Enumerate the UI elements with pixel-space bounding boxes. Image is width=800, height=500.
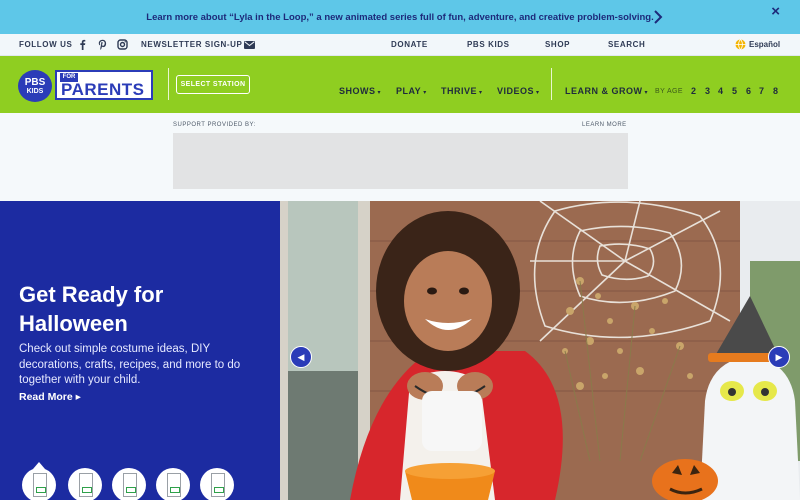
select-station-button[interactable]: SELECT STATION bbox=[176, 75, 250, 94]
carousel-thumbnail[interactable] bbox=[22, 462, 56, 500]
thumbnail-image-icon bbox=[79, 473, 93, 497]
kids-logo-text: KIDS bbox=[26, 87, 44, 95]
follow-us-label: FOLLOW US bbox=[19, 40, 73, 49]
age-link-8[interactable]: 8 bbox=[773, 86, 778, 96]
parents-logo-text: PARENTS bbox=[61, 80, 145, 99]
nav-play[interactable]: PLAY ▾ bbox=[396, 86, 427, 96]
age-link-2[interactable]: 2 bbox=[691, 86, 696, 96]
nav-learn-grow-label: LEARN & GROW bbox=[565, 86, 643, 96]
hero-photo-illustration bbox=[280, 201, 800, 500]
hero-image bbox=[280, 201, 800, 500]
utility-bar: FOLLOW US NEWSLETTER SIGN-UP DONATE PBS … bbox=[0, 34, 800, 56]
thumbnail-image-icon bbox=[123, 473, 137, 497]
learn-more-link[interactable]: LEARN MORE bbox=[582, 122, 627, 128]
carousel-thumbnail[interactable] bbox=[200, 468, 234, 500]
caret-down-icon: ▾ bbox=[644, 90, 649, 96]
nav-play-label: PLAY bbox=[396, 86, 422, 96]
pbs-logo-text: PBS bbox=[24, 76, 46, 88]
nav-shows-label: SHOWS bbox=[339, 86, 376, 96]
page: Learn more about “Lyla in the Loop,” a n… bbox=[0, 0, 800, 500]
thumbnail-image-icon bbox=[211, 473, 225, 497]
globe-icon[interactable] bbox=[735, 39, 746, 50]
mail-icon[interactable] bbox=[244, 41, 255, 49]
read-more-link[interactable]: Read More ▸ bbox=[19, 391, 81, 403]
support-provided-label: SUPPORT PROVIDED BY: bbox=[173, 122, 256, 128]
carousel-thumbnail[interactable] bbox=[68, 468, 102, 500]
pbs-kids-logo[interactable]: PBS KIDS bbox=[18, 70, 52, 102]
caret-down-icon: ▾ bbox=[479, 90, 483, 96]
thumbnail-image-icon bbox=[167, 473, 181, 497]
nav-videos-label: VIDEOS bbox=[497, 86, 535, 96]
caret-down-icon: ▾ bbox=[423, 90, 427, 96]
carousel-prev-button[interactable]: ◀ bbox=[290, 346, 312, 368]
shop-link[interactable]: SHOP bbox=[545, 40, 570, 49]
announcement-bar[interactable]: Learn more about “Lyla in the Loop,” a n… bbox=[0, 0, 800, 34]
caret-down-icon: ▾ bbox=[536, 90, 540, 96]
sponsor-ad-placeholder[interactable] bbox=[173, 133, 628, 189]
language-link[interactable]: Español bbox=[749, 40, 780, 49]
main-nav: PBS KIDS FOR PARENTS SELECT STATION SHOW… bbox=[0, 56, 800, 113]
nav-thrive[interactable]: THRIVE ▾ bbox=[441, 86, 483, 96]
facebook-icon[interactable] bbox=[77, 39, 88, 50]
age-link-6[interactable]: 6 bbox=[746, 86, 751, 96]
pinterest-icon[interactable] bbox=[97, 39, 108, 50]
instagram-icon[interactable] bbox=[117, 39, 128, 50]
carousel-thumbnail[interactable] bbox=[112, 468, 146, 500]
age-link-7[interactable]: 7 bbox=[759, 86, 764, 96]
hero-description: Check out simple costume ideas, DIY deco… bbox=[19, 343, 241, 386]
nav-thrive-label: THRIVE bbox=[441, 86, 478, 96]
sponsor-section: SUPPORT PROVIDED BY: LEARN MORE bbox=[0, 113, 800, 201]
nav-videos[interactable]: VIDEOS ▾ bbox=[497, 86, 540, 96]
nav-shows[interactable]: SHOWS ▾ bbox=[339, 86, 381, 96]
divider bbox=[551, 68, 552, 100]
hero-title: Get Ready for Halloween bbox=[19, 282, 164, 336]
age-link-4[interactable]: 4 bbox=[718, 86, 723, 96]
carousel-next-button[interactable]: ▶ bbox=[768, 346, 790, 368]
age-link-3[interactable]: 3 bbox=[705, 86, 710, 96]
nav-learn-grow[interactable]: LEARN & GROW ▾ bbox=[565, 86, 648, 96]
by-age-label: BY AGE bbox=[655, 88, 683, 95]
newsletter-signup-link[interactable]: NEWSLETTER SIGN-UP bbox=[141, 40, 242, 49]
caret-down-icon: ▾ bbox=[377, 90, 382, 96]
pbs-kids-link[interactable]: PBS KIDS bbox=[467, 40, 510, 49]
carousel-thumbnail[interactable] bbox=[156, 468, 190, 500]
chevron-right-icon[interactable] bbox=[652, 9, 664, 25]
age-link-5[interactable]: 5 bbox=[732, 86, 737, 96]
announcement-text[interactable]: Learn more about “Lyla in the Loop,” a n… bbox=[146, 12, 653, 23]
for-parents-logo[interactable]: FOR PARENTS bbox=[55, 70, 153, 100]
donate-link[interactable]: DONATE bbox=[391, 40, 428, 49]
divider bbox=[168, 68, 169, 100]
thumbnail-image-icon bbox=[33, 473, 47, 497]
close-icon[interactable]: × bbox=[771, 3, 780, 20]
search-link[interactable]: SEARCH bbox=[608, 40, 645, 49]
